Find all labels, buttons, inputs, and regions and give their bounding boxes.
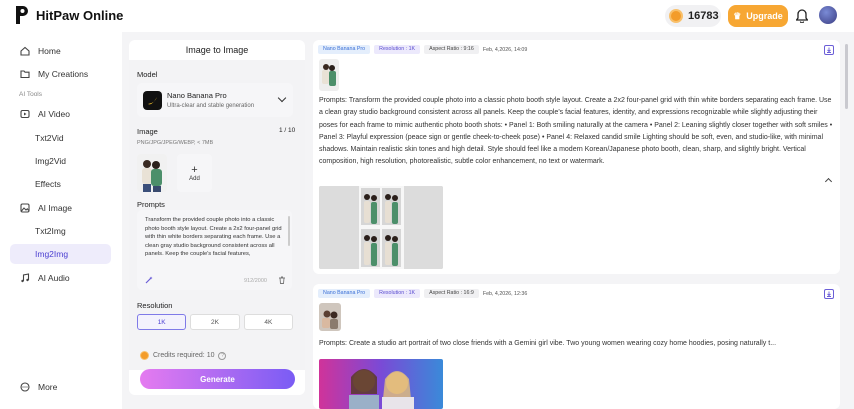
result-card: Nano Banana Pro Resolution : 1K Aspect R… <box>313 40 840 274</box>
avatar[interactable] <box>819 6 837 24</box>
sidebar-item-label: Home <box>38 46 61 56</box>
sidebar-item-img2img[interactable]: Img2Img <box>10 244 111 264</box>
chevron-down-icon <box>277 93 287 103</box>
sidebar-item-label: My Creations <box>38 69 89 79</box>
credits-balance[interactable]: 16783 <box>665 5 721 27</box>
chevron-up-icon[interactable] <box>824 177 833 186</box>
reference-image-thumbnail[interactable] <box>319 59 339 91</box>
section-label: AI Tools <box>19 91 43 98</box>
model-logo-icon <box>143 91 162 110</box>
sidebar-item-ai-audio[interactable]: AI Audio <box>10 268 111 288</box>
image-count: 1 / 10 <box>279 127 296 134</box>
model-tag: Nano Banana Pro <box>318 289 371 298</box>
add-label: Add <box>189 175 200 182</box>
generate-button[interactable]: Generate <box>140 369 295 389</box>
sidebar-item-effects[interactable]: Effects <box>10 174 111 194</box>
top-bar: HitPaw Online 16783 ♛ Upgrade <box>0 0 854 32</box>
resolution-tag: Resolution : 1K <box>374 289 421 298</box>
app-name: HitPaw Online <box>36 7 124 23</box>
sidebar-item-home[interactable]: Home <box>10 41 111 61</box>
result-card: Nano Banana Pro Resolution : 1K Aspect R… <box>313 284 840 409</box>
aspect-ratio-tag: Aspect Ratio : 9:16 <box>424 45 479 54</box>
sidebar-item-label: Img2Img <box>35 249 69 259</box>
result-date: Feb, 4,2026, 12:36 <box>482 290 528 297</box>
credits-required-text: Credits required: 10 <box>153 352 215 359</box>
prompt-char-count: 912/2000 <box>244 278 267 284</box>
aspect-ratio-tag: Aspect Ratio : 16:9 <box>424 289 479 298</box>
coin-icon <box>669 9 683 23</box>
more-icon <box>20 382 30 392</box>
model-label: Model <box>137 70 158 79</box>
uploaded-image-thumbnail[interactable] <box>137 154 167 192</box>
feed-scrollbar[interactable] <box>845 44 848 109</box>
resolution-4k-button[interactable]: 4K <box>243 314 293 330</box>
folder-icon <box>20 70 30 79</box>
info-icon[interactable]: ? <box>218 351 227 360</box>
panel-title: Image to Image <box>185 45 249 55</box>
trash-icon[interactable] <box>278 276 286 284</box>
download-icon[interactable] <box>824 45 834 55</box>
sidebar-item-label: Txt2Img <box>35 226 66 236</box>
credits-value: 16783 <box>688 10 719 22</box>
result-prompt: Prompts: Transform the provided couple p… <box>319 97 833 166</box>
magic-wand-icon[interactable] <box>145 276 153 284</box>
sidebar-item-label: Effects <box>35 179 61 189</box>
app-logo[interactable]: HitPaw Online <box>14 5 123 25</box>
upgrade-button[interactable]: ♛ Upgrade <box>728 5 788 27</box>
crown-icon: ♛ <box>733 10 742 21</box>
sidebar-item-img2vid[interactable]: Img2Vid <box>10 151 111 171</box>
bell-icon[interactable] <box>796 9 808 23</box>
resolution-label: Resolution <box>137 301 173 310</box>
plus-icon: + <box>191 163 198 176</box>
sidebar-item-more[interactable]: More <box>10 377 111 397</box>
sidebar-item-label: More <box>38 382 58 392</box>
upgrade-label: Upgrade <box>746 11 783 21</box>
result-image[interactable] <box>319 186 443 269</box>
sidebar-item-label: AI Audio <box>38 273 70 283</box>
resolution-tag: Resolution : 1K <box>374 45 421 54</box>
result-tags: Nano Banana Pro Resolution : 1K Aspect R… <box>318 289 527 298</box>
prompts-label: Prompts <box>137 200 165 209</box>
image-formats: PNG/JPG/JPEG/WEBP, < 7MB <box>137 140 214 146</box>
image-to-image-panel: Image to Image Model Nano Banana Pro Ult… <box>129 40 305 395</box>
prompt-textarea[interactable]: Transform the provided couple photo into… <box>137 210 292 290</box>
sidebar-item-label: Txt2Vid <box>35 133 64 143</box>
resolution-1k-button[interactable]: 1K <box>137 314 187 330</box>
result-image[interactable] <box>319 359 443 409</box>
image-icon <box>20 203 30 213</box>
resolution-2k-button[interactable]: 2K <box>190 314 240 330</box>
result-tags: Nano Banana Pro Resolution : 1K Aspect R… <box>318 45 527 54</box>
result-prompt: Prompts: Create a studio art portrait of… <box>319 340 777 347</box>
model-description: Ultra-clear and stable generation <box>167 103 255 109</box>
sidebar: Home My Creations AI Tools AI Video Txt2… <box>0 32 122 409</box>
sidebar-item-ai-video[interactable]: AI Video <box>10 104 111 124</box>
reference-image-thumbnail[interactable] <box>319 303 341 331</box>
prompt-text: Transform the provided couple photo into… <box>145 217 282 258</box>
download-icon[interactable] <box>824 289 834 299</box>
sidebar-item-txt2img[interactable]: Txt2Img <box>10 221 111 241</box>
sidebar-item-ai-image[interactable]: AI Image <box>10 198 111 218</box>
home-icon <box>20 46 30 56</box>
coin-icon <box>140 351 149 360</box>
music-icon <box>21 273 30 283</box>
hitpaw-logo-icon <box>16 6 28 24</box>
result-date: Feb, 4,2026, 14:09 <box>482 46 528 53</box>
textarea-scrollbar[interactable] <box>288 216 290 246</box>
model-select[interactable]: Nano Banana Pro Ultra-clear and stable g… <box>137 83 293 117</box>
credits-required: Credits required: 10 ? <box>140 351 227 360</box>
sidebar-item-label: AI Video <box>38 109 70 119</box>
resolution-options: 1K 2K 4K <box>137 314 293 330</box>
add-image-button[interactable]: + Add <box>177 154 212 192</box>
model-name: Nano Banana Pro <box>167 91 227 100</box>
model-tag: Nano Banana Pro <box>318 45 371 54</box>
image-label: Image <box>137 127 158 136</box>
sidebar-item-label: AI Image <box>38 203 73 213</box>
sidebar-item-txt2vid[interactable]: Txt2Vid <box>10 128 111 148</box>
video-icon <box>20 109 30 119</box>
sidebar-item-my-creations[interactable]: My Creations <box>10 64 111 84</box>
sidebar-item-label: Img2Vid <box>35 156 67 166</box>
